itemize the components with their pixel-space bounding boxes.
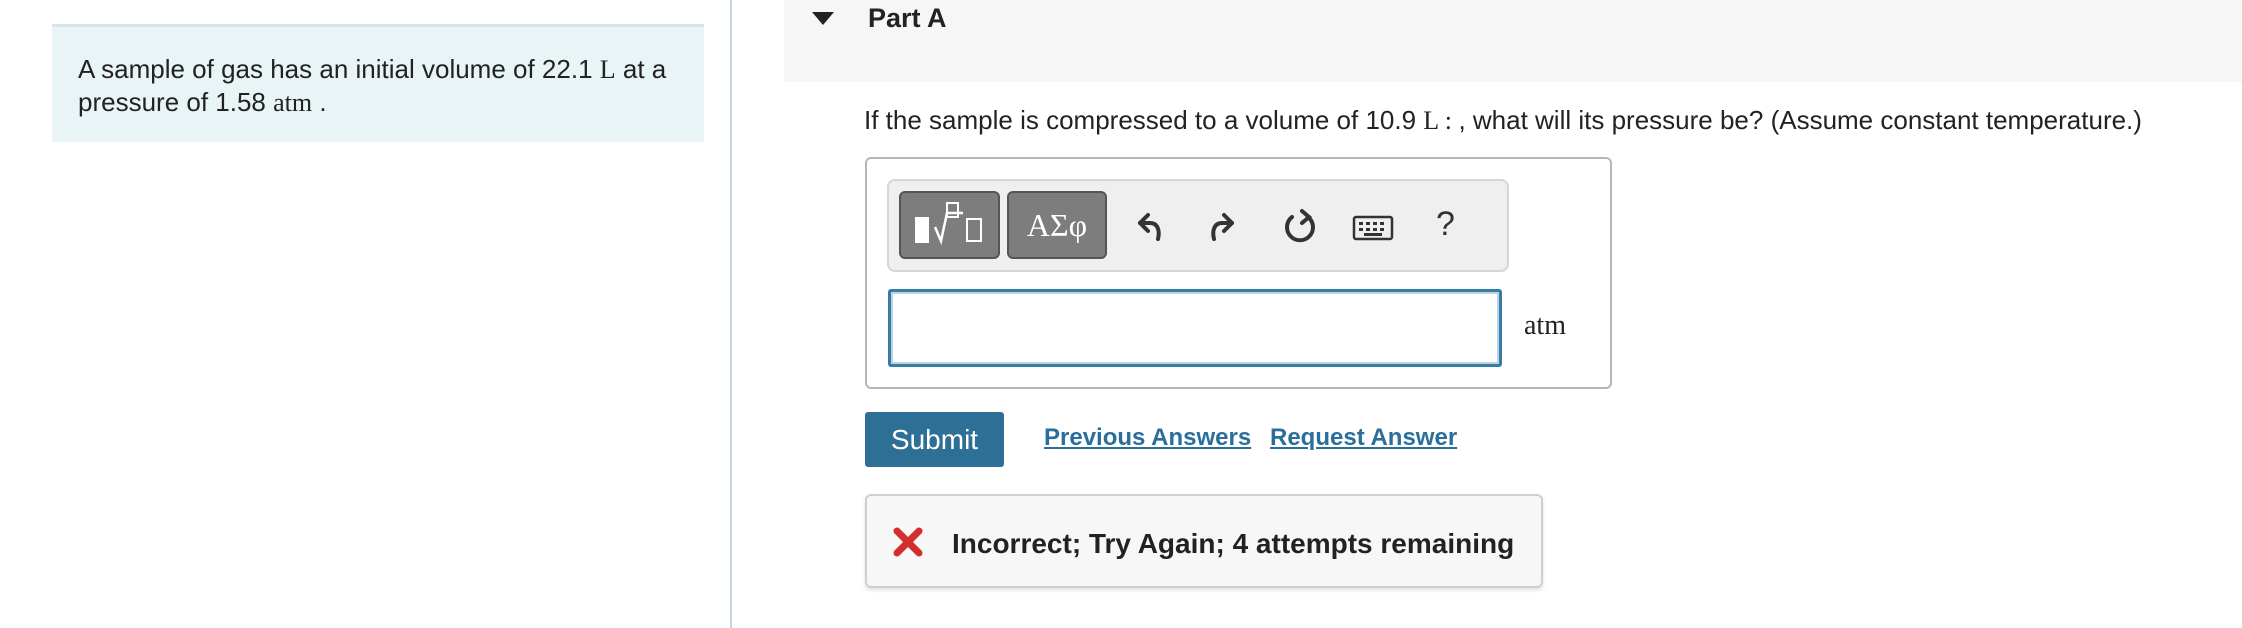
- x-icon: [893, 527, 923, 557]
- reset-icon[interactable]: [1278, 205, 1322, 249]
- templates-button[interactable]: [899, 191, 1000, 259]
- templates-icon: [915, 202, 982, 246]
- question-text: If the sample is compressed to a volume …: [864, 102, 2142, 139]
- keyboard-icon[interactable]: [1352, 205, 1394, 249]
- request-answer-link[interactable]: Request Answer: [1270, 424, 1457, 452]
- intro-text-1-end: at a: [615, 54, 667, 84]
- undo-icon[interactable]: [1126, 205, 1170, 249]
- question-post: , what will its pressure be? (Assume con…: [1458, 105, 2142, 135]
- intro-text-2: pressure of 1.58: [78, 87, 274, 117]
- answer-input[interactable]: [888, 289, 1502, 367]
- intro-unit-atm: atm: [273, 88, 313, 117]
- help-button[interactable]: ?: [1436, 205, 1455, 244]
- column-divider: [730, 0, 732, 628]
- greek-symbols-button[interactable]: ΑΣφ: [1007, 191, 1107, 259]
- intro-text-2-end: .: [312, 87, 327, 117]
- intro-panel: A sample of gas has an initial volume of…: [52, 24, 704, 142]
- submit-button[interactable]: Submit: [865, 412, 1004, 467]
- collapse-caret-icon[interactable]: [812, 12, 834, 25]
- question-unit: L: [1423, 106, 1439, 135]
- part-header[interactable]: [784, 0, 2242, 82]
- question-colon: :: [1438, 106, 1459, 135]
- question-pre: If the sample is compressed to a volume …: [864, 105, 1424, 135]
- intro-text-1: A sample of gas has an initial volume of…: [78, 54, 600, 84]
- answer-unit: atm: [1524, 310, 1566, 341]
- previous-answers-link[interactable]: Previous Answers: [1044, 424, 1251, 452]
- part-title: Part A: [868, 3, 947, 33]
- intro-unit-liters: L: [599, 55, 616, 84]
- feedback-message: Incorrect; Try Again; 4 attempts remaini…: [952, 528, 1515, 559]
- redo-icon[interactable]: [1202, 205, 1246, 249]
